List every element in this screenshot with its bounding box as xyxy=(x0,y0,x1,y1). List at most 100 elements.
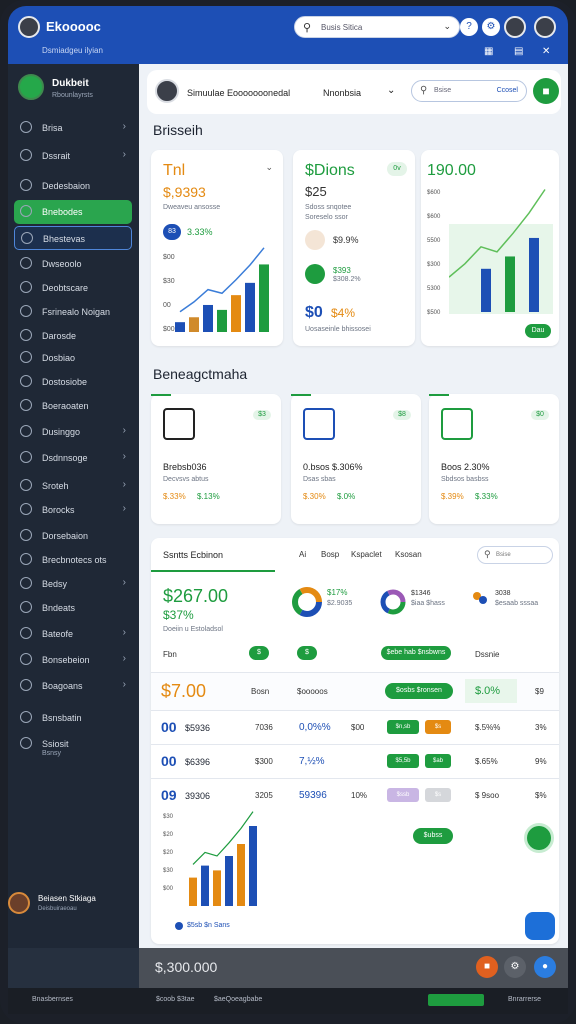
footer-right[interactable]: Bnrarrerse xyxy=(508,996,541,1003)
highlight-button[interactable]: $osbs $ronsen xyxy=(385,683,453,699)
row-c: 3205 xyxy=(255,791,273,800)
chevron-down-icon[interactable]: ⌄ xyxy=(265,162,273,173)
sidebar-item-18[interactable]: Bedsy › xyxy=(14,572,132,596)
sidebar-item-8[interactable]: Darosde xyxy=(14,324,132,348)
help-icon[interactable]: ? xyxy=(460,18,478,36)
tab-ai[interactable]: Ai xyxy=(299,550,306,559)
sidebar-item-22[interactable]: Boagoans › xyxy=(14,674,132,698)
metric-3-ylabel: 5300 xyxy=(427,286,441,292)
grid-icon[interactable]: ▦ xyxy=(484,46,493,57)
table-highlight-row[interactable]: $7.00 Bosn $ooooos $osbs $ronsen $.0% $9 xyxy=(151,672,559,710)
chevron-right-icon: › xyxy=(122,121,126,132)
sidebar-item-23[interactable]: Bsnsbatin xyxy=(14,706,132,730)
close-icon[interactable]: ✕ xyxy=(542,46,550,57)
chevron-down-icon[interactable]: ⌄ xyxy=(443,21,451,32)
chart-bar xyxy=(237,844,245,906)
footer-left-2[interactable]: $aeQoeagbabe xyxy=(214,996,262,1003)
chevron-right-icon: › xyxy=(122,653,126,664)
chart-icon xyxy=(20,179,32,191)
table-row[interactable]: 09 39306 3205 59396 10% $ssb $s $ 9soo $% xyxy=(151,778,559,810)
row-d: 59396 xyxy=(299,790,327,801)
avatar[interactable] xyxy=(155,79,179,103)
sidebar-item-0[interactable]: Brisa › xyxy=(14,116,132,140)
row-tag-2[interactable]: $s xyxy=(425,720,451,734)
sidebar-item-6[interactable]: Deobtscare xyxy=(14,276,132,300)
sidebar-item-9[interactable]: Dosbiao xyxy=(14,346,132,370)
sidebar-item-14[interactable]: Sroteh › xyxy=(14,474,132,498)
sidebar-item-4[interactable]: Bhestevas xyxy=(14,226,132,250)
sidebar-item-5[interactable]: Dwseoolo xyxy=(14,252,132,276)
tab-kspaclet[interactable]: Kspaclet xyxy=(351,550,382,559)
sidebar-item-1[interactable]: Dssrait › xyxy=(14,144,132,168)
sidebar-item-label: Bndeats xyxy=(42,603,76,613)
highlight-last: $9 xyxy=(535,687,544,696)
sidebar-item-12[interactable]: Dusinggo › xyxy=(14,420,132,444)
table-row[interactable]: 00 $5936 7036 0,0%% $00 $n,sb $s $.5%% 3% xyxy=(151,710,559,742)
sidebar-item-3[interactable]: Bnebodes xyxy=(14,200,132,224)
calendar-icon[interactable]: ▤ xyxy=(514,46,523,57)
sidebar-item-label: Ssiosit xyxy=(42,739,69,749)
sidebar-item-20[interactable]: Bateofe › xyxy=(14,622,132,646)
overview-card-0[interactable]: $3 Brebsb036 Decvsvs abtus $.33% $.13% xyxy=(151,394,281,524)
sidebar-item-13[interactable]: Dsdnnsoge › xyxy=(14,446,132,470)
top-search[interactable]: ⚲ Busis Sitica ⌄ xyxy=(294,16,460,38)
table-search[interactable]: ⚲ Bsise xyxy=(477,546,553,564)
settings-icon[interactable]: ⚙ xyxy=(482,18,500,36)
settings-button[interactable]: ⚙ xyxy=(504,956,526,978)
search-button[interactable]: Ccosel xyxy=(497,87,518,94)
sidebar-item-15[interactable]: Borocks › xyxy=(14,498,132,522)
table-header-tag-1[interactable]: $ xyxy=(249,646,269,660)
row-f: $.5%% xyxy=(475,723,501,732)
row-e: $00 xyxy=(351,723,365,732)
sidebar-item-17[interactable]: Brecbnotecs ots xyxy=(14,548,132,572)
refresh-icon[interactable] xyxy=(527,826,551,850)
cloud-icon xyxy=(20,627,32,639)
record-button[interactable]: ■ xyxy=(476,956,498,978)
sidebar-item-16[interactable]: Dorsebaion xyxy=(14,524,132,548)
row-tag-1[interactable]: $ssb xyxy=(387,788,419,802)
small-chart-button[interactable]: $ubss xyxy=(413,828,453,844)
footer: Bnasbernses $coob $3tae $aeQoeagbabe Bnr… xyxy=(8,988,568,1014)
search-input[interactable]: ⚲ Bsise Ccosel xyxy=(411,80,527,102)
table-row[interactable]: 00 $6396 $300 7,½% $5,5b $ab $.65% 9% xyxy=(151,744,559,776)
sidebar-item-7[interactable]: Fsrinealo Noigan xyxy=(14,300,132,324)
row-tag-1[interactable]: $5,5b xyxy=(387,754,419,768)
sidebar-item-24[interactable]: Ssiosit Bsnsy xyxy=(14,732,132,757)
tag-icon xyxy=(20,451,32,463)
sidebar-item-21[interactable]: Bonsebeion › xyxy=(14,648,132,672)
sidebar-bottom-role: Deisbuiraeoau xyxy=(38,906,77,912)
add-button[interactable]: ■ xyxy=(533,78,559,104)
tab-bosp[interactable]: Bosp xyxy=(321,550,339,559)
table-header-tag-2[interactable]: $ xyxy=(297,646,317,660)
chevron-down-icon[interactable]: ⌄ xyxy=(387,85,395,96)
sidebar-item-19[interactable]: Bndeats xyxy=(14,596,132,620)
sidebar-item-10[interactable]: Dostosiobe xyxy=(14,370,132,394)
tab-ssntts[interactable]: Ssntts Ecbinon xyxy=(163,550,223,560)
location-select[interactable]: Nnonbsia xyxy=(323,88,361,98)
metric-2-bottom-caption: Uosaseinle bhissosei xyxy=(305,326,371,333)
metric-3-button[interactable]: Dau xyxy=(525,324,551,338)
chat-icon[interactable] xyxy=(525,912,555,940)
overview-subtitle: Decvsvs abtus xyxy=(163,476,209,483)
table-header-green-button[interactable]: $ebe hab $nsbwns xyxy=(381,646,451,660)
sidebar-bottom-avatar[interactable] xyxy=(8,892,30,914)
row-tag-2[interactable]: $ab xyxy=(425,754,451,768)
metric-card-3: 190.00 $600 $600 5500 $300 5300 $500 Dau xyxy=(421,150,559,346)
sidebar-avatar[interactable] xyxy=(18,74,44,100)
sidebar-item-11[interactable]: Boeraoaten xyxy=(14,394,132,418)
brand-avatar[interactable] xyxy=(18,16,40,38)
user-avatar[interactable] xyxy=(504,16,526,38)
sidebar-item-2[interactable]: Dedesbaion xyxy=(14,174,132,198)
overview-card-1[interactable]: $8 0.bsos $.306% Dsas sbas $.30% $.0% xyxy=(291,394,421,524)
tab-ksosan[interactable]: Ksosan xyxy=(395,550,422,559)
small-bar-chart xyxy=(189,811,257,906)
row-c: $300 xyxy=(255,757,273,766)
sidebar-user-name: Dukbeit xyxy=(52,78,89,89)
overview-card-2[interactable]: $0 Boos 2.30% Sbdsos basbss $.39% $.33% xyxy=(429,394,559,524)
row-tag-2[interactable]: $s xyxy=(425,788,451,802)
user-avatar-2[interactable] xyxy=(534,16,556,38)
row-tag-1[interactable]: $n,sb xyxy=(387,720,419,734)
user-button[interactable]: ● xyxy=(534,956,556,978)
footer-left-1[interactable]: $coob $3tae xyxy=(156,996,195,1003)
chart-bar xyxy=(203,304,213,332)
